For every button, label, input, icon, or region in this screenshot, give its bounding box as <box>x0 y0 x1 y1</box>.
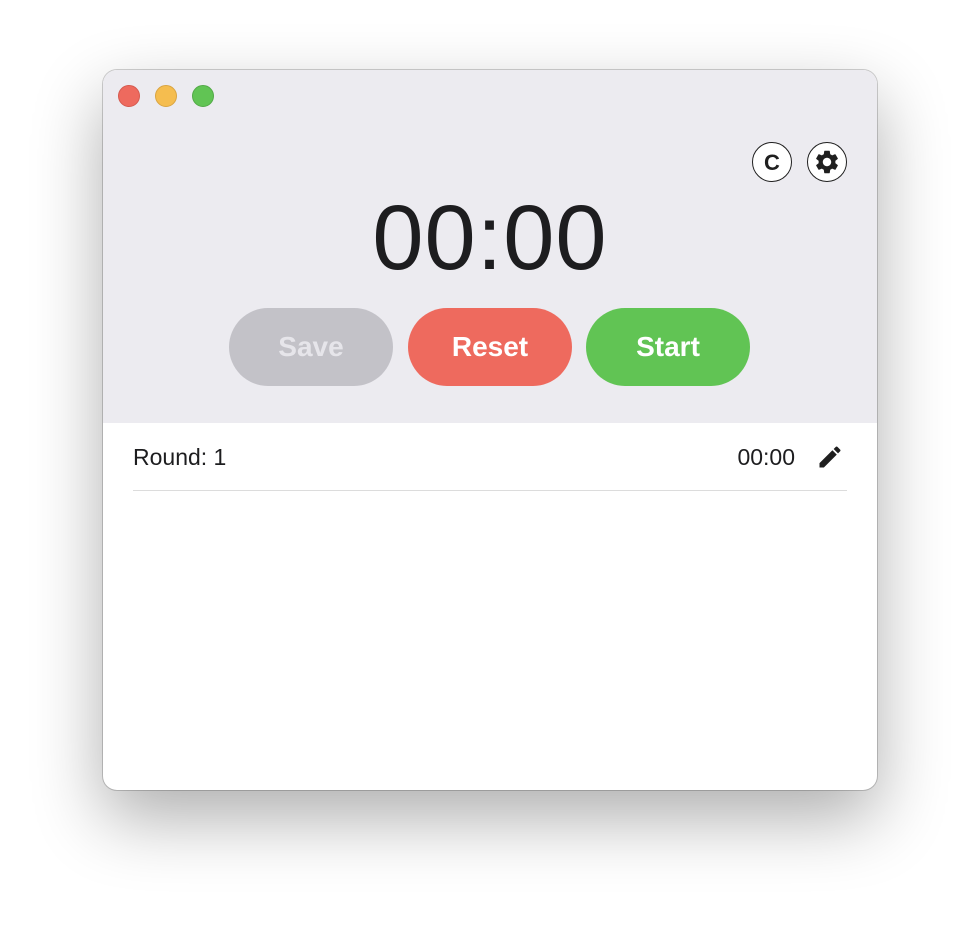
round-time: 00:00 <box>737 444 795 470</box>
start-button[interactable]: Start <box>586 308 750 386</box>
copyright-icon: C <box>764 149 780 175</box>
round-row: Round: 1 00:00 <box>133 423 847 491</box>
window-maximize-button[interactable] <box>192 85 214 107</box>
window-minimize-button[interactable] <box>155 85 177 107</box>
reset-button[interactable]: Reset <box>408 308 572 386</box>
round-label: Round: 1 <box>133 444 227 470</box>
window-close-button[interactable] <box>118 85 140 107</box>
save-button[interactable]: Save <box>229 308 393 386</box>
gear-icon <box>816 150 838 174</box>
pencil-icon[interactable] <box>816 443 844 471</box>
timer-display: 00:00 <box>372 187 608 289</box>
settings-button[interactable] <box>807 142 847 182</box>
copyright-button[interactable]: C <box>752 142 792 182</box>
timer-header-panel: C 00:00 Save Reset Start <box>103 70 877 423</box>
timer-window: C 00:00 Save Reset Start Round: 1 00:00 <box>103 70 877 790</box>
